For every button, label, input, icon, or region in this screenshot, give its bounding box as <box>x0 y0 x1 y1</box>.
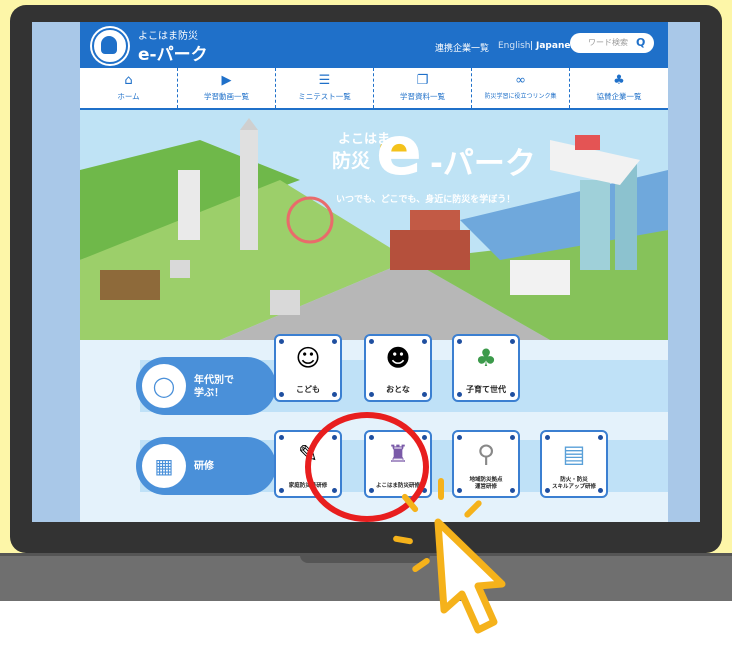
nav-home[interactable]: ⌂ ホーム <box>80 68 178 108</box>
search-input[interactable]: ワード検索 Q <box>570 33 654 53</box>
logo-icon[interactable] <box>92 28 128 64</box>
lang-divider: | <box>530 41 534 51</box>
age-label-line2: 学ぶ！ <box>194 388 224 399</box>
link-icon: ∞ <box>515 73 526 88</box>
card-label-line1: 地域防災拠点 <box>469 477 503 483</box>
hero-e: e <box>376 112 423 191</box>
main-nav: ⌂ ホーム ▶ 学習動画一覧 ☰ ミニテスト一覧 ❐ 学習資料一覧 ∞ 防災学習… <box>80 68 668 110</box>
nav-materials[interactable]: ❐ 学習資料一覧 <box>374 68 472 108</box>
home-icon: ⌂ <box>124 73 133 88</box>
hero-park: -パーク <box>430 146 536 182</box>
nav-links[interactable]: ∞ 防災学習に役立つリンク集 <box>472 68 570 108</box>
search-placeholder: ワード検索 <box>588 38 628 47</box>
test-icon: ☰ <box>318 73 331 88</box>
card-parenting[interactable]: ♣ 子育て世代 <box>452 334 520 402</box>
adult-icon: ☻ <box>385 344 411 372</box>
search-icon[interactable]: Q <box>636 36 645 49</box>
group-icon: ♣ <box>613 73 625 88</box>
nav-videos[interactable]: ▶ 学習動画一覧 <box>178 68 276 108</box>
chart-up-icon: ▤ <box>562 440 586 468</box>
english-link[interactable]: English <box>498 41 531 51</box>
pointer-cursor-icon <box>434 518 506 634</box>
card-label: おとな <box>386 385 410 394</box>
partners-link[interactable]: 連携企業一覧 <box>435 41 489 54</box>
nav-label: 防災学習に役立つリンク集 <box>484 93 557 100</box>
building-icon: ▦ <box>154 454 174 478</box>
age-category-pill: ◯ 年代別で 学ぶ！ <box>136 357 276 415</box>
site-header: よこはま防災 e-パーク 連携企業一覧 English | Japanese ワ… <box>80 22 668 68</box>
stroller-icon: ♣ <box>475 344 497 372</box>
nav-sponsors[interactable]: ♣ 協賛企業一覧 <box>570 68 668 108</box>
brand-title[interactable]: e-パーク <box>138 40 208 65</box>
head-icon: ◯ <box>152 374 176 398</box>
hero-bousai: 防災 <box>332 150 371 172</box>
nav-label: 協賛企業一覧 <box>596 92 642 101</box>
child-icon: ☺ <box>295 344 321 372</box>
card-label-line1: 防火・防災 <box>560 477 588 483</box>
training-category-pill: ▦ 研修 <box>136 437 276 495</box>
card-evacuation-center-training[interactable]: ⚲ 地域防災拠点 運営研修 <box>452 430 520 498</box>
nav-label: ミニテスト一覧 <box>298 92 351 101</box>
card-label: こども <box>296 385 320 394</box>
card-child[interactable]: ☺ こども <box>274 334 342 402</box>
video-icon: ▶ <box>221 73 232 88</box>
nav-label: ホーム <box>117 92 140 101</box>
hero-tagline: いつでも、どこでも、身近に防災を学ぼう！ <box>336 195 516 205</box>
nav-tests[interactable]: ☰ ミニテスト一覧 <box>276 68 374 108</box>
laptop-notch <box>300 553 430 563</box>
click-ray <box>438 478 444 500</box>
nav-label: 学習動画一覧 <box>204 92 249 101</box>
card-label-line2: スキルアップ研修 <box>551 484 596 490</box>
card-skillup-training[interactable]: ▤ 防火・防災 スキルアップ研修 <box>540 430 608 498</box>
card-label-line2: 運営研修 <box>474 484 497 490</box>
map-pin-icon: ⚲ <box>477 440 495 468</box>
age-label-line1: 年代別で <box>194 375 234 386</box>
book-icon: ❐ <box>416 73 429 88</box>
card-adult[interactable]: ☻ おとな <box>364 334 432 402</box>
nav-label: 学習資料一覧 <box>400 92 445 101</box>
card-label: 子育て世代 <box>466 385 506 394</box>
hero-banner: よこはま 防災 e -パーク いつでも、どこでも、身近に防災を学ぼう！ <box>80 110 668 340</box>
training-label: 研修 <box>194 461 214 472</box>
